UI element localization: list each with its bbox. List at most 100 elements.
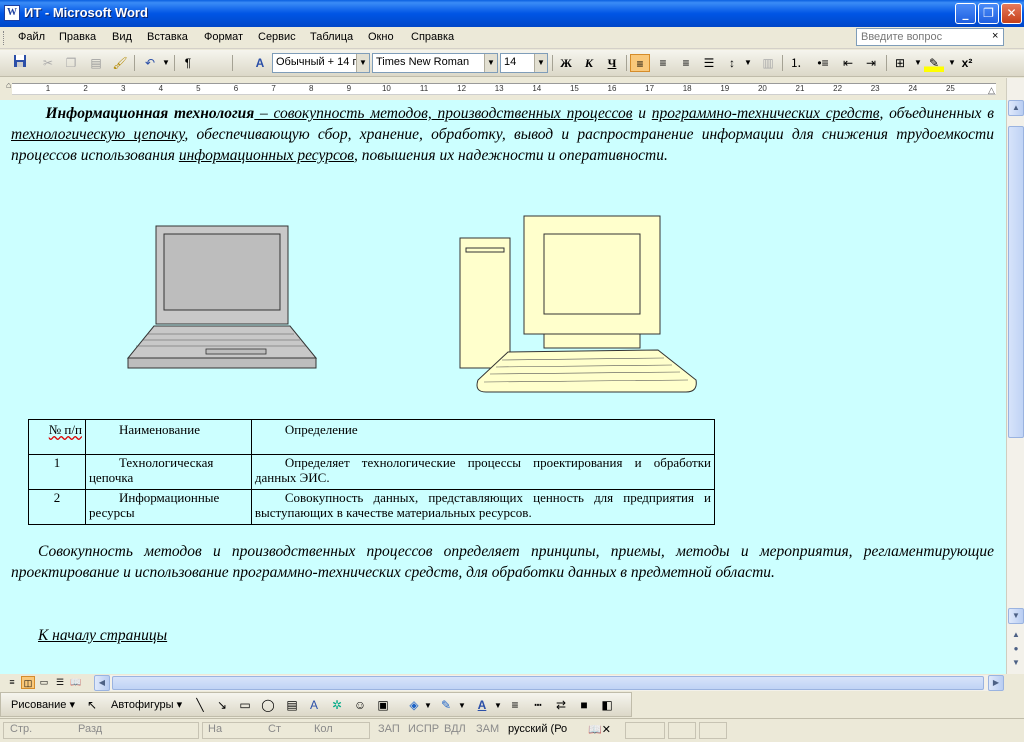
status-overtype[interactable]: ЗАМ bbox=[476, 723, 499, 735]
save-icon[interactable] bbox=[10, 54, 30, 72]
styles-pane-icon[interactable]: A bbox=[250, 54, 270, 72]
table-cell[interactable]: Информационные ресурсы bbox=[84, 489, 252, 525]
table-cell[interactable]: 1 bbox=[28, 454, 86, 490]
autoshapes-menu-button[interactable]: Автофигуры ▾ bbox=[111, 698, 182, 711]
underline-button[interactable]: Ч bbox=[602, 54, 622, 72]
3d-style-icon[interactable]: ◧ bbox=[598, 697, 616, 714]
select-objects-icon[interactable]: ↖ bbox=[83, 697, 101, 714]
table-header-cell[interactable]: Наименование bbox=[84, 419, 252, 455]
link-tech-chain[interactable]: технологическую цепочку bbox=[11, 126, 184, 143]
vertical-scroll-thumb[interactable] bbox=[1008, 126, 1024, 438]
menu-window[interactable]: Окно bbox=[368, 31, 394, 43]
borders-icon[interactable]: ⊞ bbox=[890, 54, 910, 72]
table-cell[interactable]: Совокупность данных, представляющих ценн… bbox=[250, 489, 716, 525]
line-spacing-dropdown-icon[interactable]: ▼ bbox=[738, 54, 758, 72]
back-to-top-link-text[interactable]: К началу страницы bbox=[38, 627, 167, 644]
oval-tool-icon[interactable]: ◯ bbox=[259, 697, 277, 714]
paste-icon[interactable]: ▤ bbox=[86, 54, 106, 72]
menu-tools[interactable]: Сервис bbox=[258, 31, 296, 43]
menu-table[interactable]: Таблица bbox=[310, 31, 353, 43]
scroll-down-icon[interactable]: ▼ bbox=[1008, 608, 1024, 624]
indent-marker-icon[interactable]: ⌂ bbox=[6, 80, 11, 90]
link-info-resources[interactable]: информационных ресурсов bbox=[179, 147, 354, 164]
arrow-tool-icon[interactable]: ↘ bbox=[213, 697, 231, 714]
link-methods[interactable]: – совокупность методов, производственных… bbox=[254, 105, 633, 122]
menu-view[interactable]: Вид bbox=[112, 31, 132, 43]
style-select[interactable]: Обычный + 14 г ▼ bbox=[272, 53, 370, 73]
font-color-dropdown-icon[interactable]: ▼ bbox=[489, 697, 507, 714]
highlight-icon[interactable]: ✎ bbox=[924, 54, 944, 72]
vertical-scrollbar[interactable]: ▲ ▼ ▲ ● ▼ bbox=[1006, 78, 1024, 674]
status-record-macro[interactable]: ЗАП bbox=[378, 723, 400, 735]
copy-icon[interactable]: ❐ bbox=[61, 54, 81, 72]
table-header-cell[interactable]: Определение bbox=[250, 419, 716, 455]
title-bar[interactable]: W ИТ - Microsoft Word _ ❐ ✕ bbox=[0, 0, 1024, 27]
right-indent-marker-icon[interactable]: △ bbox=[988, 85, 995, 96]
status-extend[interactable]: ВДЛ bbox=[444, 723, 466, 735]
font-size-select[interactable]: 14 ▼ bbox=[500, 53, 548, 73]
print-layout-icon[interactable]: ▭ bbox=[37, 676, 51, 689]
scroll-right-icon[interactable]: ▶ bbox=[988, 675, 1004, 691]
chevron-down-icon[interactable]: ▼ bbox=[356, 54, 369, 72]
drawing-menu-button[interactable]: Рисование ▾ bbox=[11, 698, 75, 711]
normal-view-icon[interactable]: ≡ bbox=[5, 676, 19, 689]
ask-question-input[interactable]: Введите вопрос bbox=[856, 28, 1004, 46]
chevron-down-icon[interactable]: ▼ bbox=[484, 54, 497, 72]
chevron-down-icon[interactable]: ▼ bbox=[534, 54, 547, 72]
font-select[interactable]: Times New Roman ▼ bbox=[372, 53, 498, 73]
table-cell[interactable]: Технологическая цепочка bbox=[84, 454, 252, 490]
diagram-icon[interactable]: ✲ bbox=[328, 697, 346, 714]
back-to-top-link[interactable]: К началу страницы bbox=[38, 625, 167, 646]
numbering-icon[interactable]: ⒈ bbox=[786, 54, 806, 72]
menu-edit[interactable]: Правка bbox=[59, 31, 96, 43]
bullets-icon[interactable]: •≡ bbox=[813, 54, 833, 72]
reading-view-icon[interactable]: 📖 bbox=[69, 676, 83, 689]
definitions-table[interactable]: № п/п Наименование Определение 1 Техноло… bbox=[28, 419, 716, 525]
desktop-computer-illustration[interactable] bbox=[458, 214, 702, 396]
minimize-button[interactable]: _ bbox=[955, 3, 976, 24]
fill-color-dropdown-icon[interactable]: ▼ bbox=[419, 697, 437, 714]
cut-icon[interactable]: ✂ bbox=[38, 54, 58, 72]
close-button[interactable]: ✕ bbox=[1001, 3, 1022, 24]
insert-picture-icon[interactable]: ▣ bbox=[374, 697, 392, 714]
table-cell[interactable]: 2 bbox=[28, 489, 86, 525]
bold-button[interactable]: Ж bbox=[556, 54, 576, 72]
word-app-icon[interactable]: W bbox=[4, 5, 20, 21]
table-cell[interactable]: Определяет технологические процессы прое… bbox=[250, 454, 716, 490]
menu-help[interactable]: Справка bbox=[411, 31, 454, 43]
columns-icon[interactable]: ▥ bbox=[758, 54, 778, 72]
show-formatting-icon[interactable]: ¶ bbox=[178, 54, 198, 72]
horizontal-scroll-thumb[interactable] bbox=[112, 676, 984, 690]
decrease-indent-icon[interactable]: ⇤ bbox=[838, 54, 858, 72]
menu-format[interactable]: Формат bbox=[204, 31, 243, 43]
spelling-status-icon[interactable]: 📖✕ bbox=[588, 723, 611, 736]
menu-file[interactable]: Файл bbox=[18, 31, 45, 43]
line-color-dropdown-icon[interactable]: ▼ bbox=[453, 697, 471, 714]
maximize-button[interactable]: ❐ bbox=[978, 3, 999, 24]
document-page[interactable]: Информационная технология – совокупность… bbox=[0, 100, 1006, 674]
web-view-icon[interactable]: ◫ bbox=[21, 676, 35, 689]
line-tool-icon[interactable]: ╲ bbox=[191, 697, 209, 714]
status-language[interactable]: русский (Ро bbox=[508, 723, 567, 735]
textbox-tool-icon[interactable]: ▤ bbox=[283, 697, 301, 714]
align-center-icon[interactable]: ≡ bbox=[653, 54, 673, 72]
increase-indent-icon[interactable]: ⇥ bbox=[861, 54, 881, 72]
status-track-changes[interactable]: ИСПР bbox=[408, 723, 439, 735]
rectangle-tool-icon[interactable]: ▭ bbox=[236, 697, 254, 714]
scroll-up-icon[interactable]: ▲ bbox=[1008, 100, 1024, 116]
format-painter-icon[interactable]: 🖌 bbox=[110, 54, 130, 72]
next-page-icon[interactable]: ▼ bbox=[1008, 656, 1024, 672]
horizontal-scrollbar[interactable]: ◀ ▶ bbox=[94, 675, 1004, 691]
align-right-icon[interactable]: ≡ bbox=[676, 54, 696, 72]
table-header-cell[interactable]: № п/п bbox=[28, 419, 86, 455]
shadow-style-icon[interactable]: ■ bbox=[575, 697, 593, 714]
arrow-style-icon[interactable]: ⇄ bbox=[552, 697, 570, 714]
close-document-icon[interactable]: × bbox=[992, 30, 998, 42]
scroll-left-icon[interactable]: ◀ bbox=[94, 675, 110, 691]
outline-view-icon[interactable]: ☰ bbox=[53, 676, 67, 689]
italic-button[interactable]: К bbox=[579, 54, 599, 72]
menu-insert[interactable]: Вставка bbox=[147, 31, 188, 43]
horizontal-ruler[interactable]: ⌂ △ 1 2 3 4 5 6 7 8 9 10 11 12 13 14 15 16 17 18 19 20 21 22 2… bbox=[0, 78, 1006, 100]
clipart-icon[interactable]: ☺ bbox=[351, 697, 369, 714]
superscript-icon[interactable]: x² bbox=[957, 54, 977, 72]
